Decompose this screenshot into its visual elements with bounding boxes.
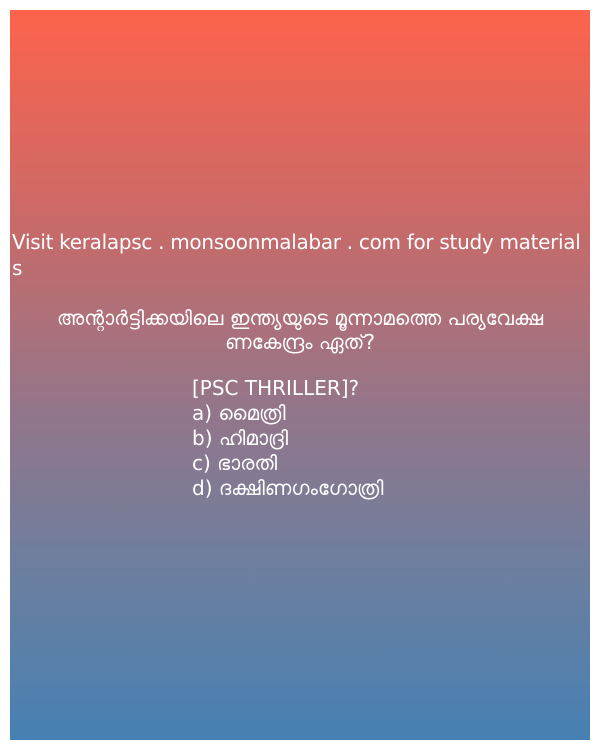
option-d-text: ദക്ഷിണഗംഗോത്രി [218, 476, 384, 500]
option-d: d) ദക്ഷിണഗംഗോത്രി [192, 476, 383, 501]
option-c-text: ഭാരതി [217, 451, 278, 475]
option-a-letter: a) [192, 401, 213, 425]
option-a-text: മൈത്രി [218, 401, 286, 425]
option-b: b) ഹിമാദ്രി [192, 426, 383, 451]
visit-text: Visit keralapsc . monsoonmalabar . com f… [12, 230, 581, 280]
psc-tag: [PSC THRILLER]? [192, 376, 360, 400]
quiz-card: Visit keralapsc . monsoonmalabar . com f… [10, 10, 590, 740]
question-line-2: ണകേന്ദ്രം ഏത്? [225, 330, 375, 354]
option-c: c) ഭാരതി [192, 451, 383, 476]
option-b-letter: b) [192, 426, 213, 450]
option-d-letter: d) [192, 476, 213, 500]
question-text: അന്റാർട്ടിക്കയിലെ ഇന്ത്യയുടെ മൂന്നാമത്തെ… [10, 306, 590, 354]
option-b-text: ഹിമാദ്രി [218, 426, 289, 450]
option-a: a) മൈത്രി [192, 401, 383, 426]
answer-block: [PSC THRILLER]? a) മൈത്രി b) ഹിമാദ്രി c)… [192, 376, 383, 501]
option-c-letter: c) [192, 451, 211, 475]
question-line-1: അന്റാർട്ടിക്കയിലെ ഇന്ത്യയുടെ മൂന്നാമത്തെ… [56, 306, 544, 330]
